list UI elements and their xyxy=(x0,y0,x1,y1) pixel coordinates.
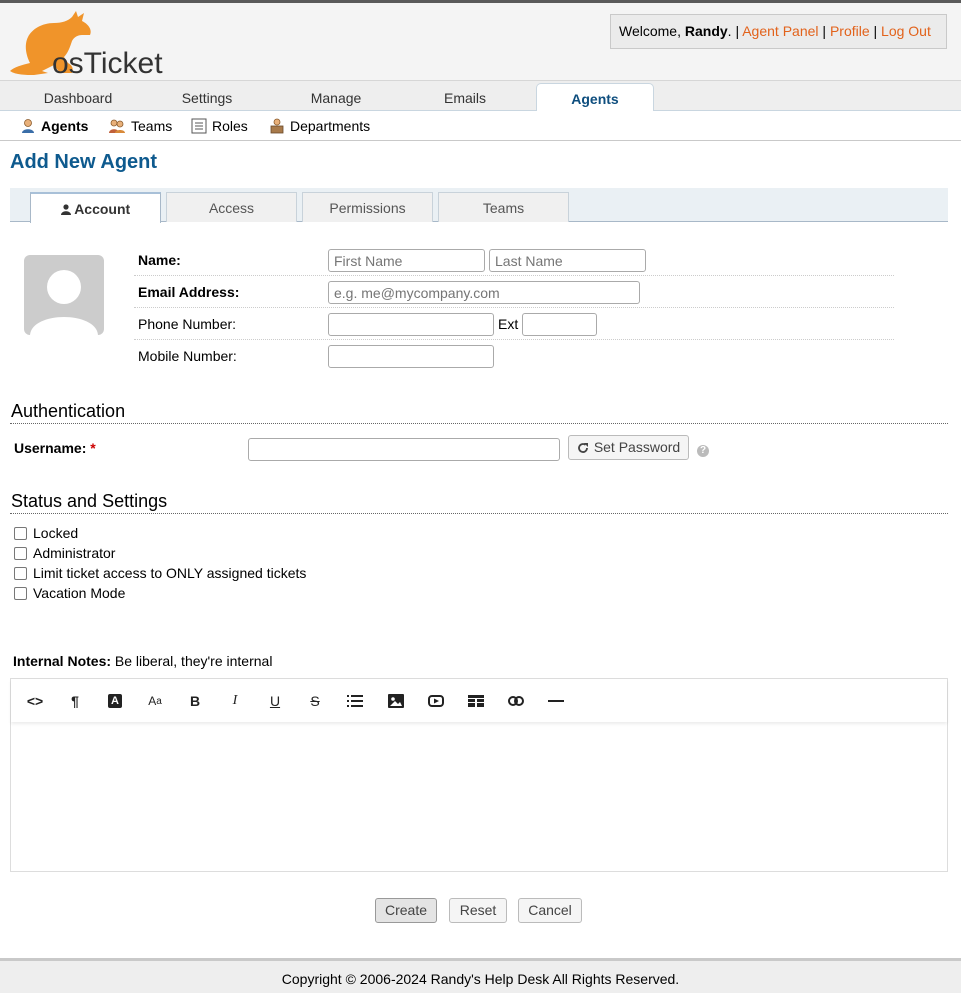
subnav-label: Agents xyxy=(41,118,89,134)
strikethrough-icon[interactable]: S xyxy=(303,690,327,712)
checkbox-box[interactable] xyxy=(14,586,27,600)
roles-icon xyxy=(191,118,207,134)
mobile-row: Mobile Number: xyxy=(134,340,894,372)
email-row: Email Address: xyxy=(134,276,894,308)
divider xyxy=(10,513,948,514)
footer: Copyright © 2006-2024 Randy's Help Desk … xyxy=(0,958,961,993)
code-view-icon[interactable]: <> xyxy=(23,690,47,712)
limit-access-checkbox[interactable]: Limit ticket access to ONLY assigned tic… xyxy=(14,565,306,581)
welcome-prefix: Welcome, xyxy=(619,23,681,39)
phone-row: Phone Number: Ext xyxy=(134,308,894,340)
department-icon xyxy=(270,118,284,134)
last-name-input[interactable] xyxy=(489,249,646,272)
subnav-item-departments[interactable]: Departments xyxy=(269,117,370,135)
internal-notes-hint: Be liberal, they're internal xyxy=(114,653,273,669)
checkbox-box[interactable] xyxy=(14,566,27,580)
welcome-box: Welcome, Randy. | Agent Panel | Profile … xyxy=(610,14,947,49)
header: osTicket Welcome, Randy. | Agent Panel |… xyxy=(0,3,961,80)
table-icon[interactable] xyxy=(464,690,488,712)
horizontal-rule-icon[interactable] xyxy=(544,690,568,712)
default-avatar-icon xyxy=(30,270,98,335)
tab-label: Account xyxy=(74,201,131,217)
avatar[interactable] xyxy=(24,255,104,335)
mobile-label: Mobile Number: xyxy=(138,348,237,364)
phone-label: Phone Number: xyxy=(138,316,237,332)
mobile-input[interactable] xyxy=(328,345,494,368)
required-mark: * xyxy=(90,440,96,456)
name-label: Name: xyxy=(138,252,181,268)
create-button[interactable]: Create xyxy=(375,898,437,923)
link-icon[interactable] xyxy=(504,690,528,712)
user-icon xyxy=(60,204,71,215)
tab-emails[interactable]: Emails xyxy=(400,81,530,111)
name-row: Name: xyxy=(134,244,894,276)
tab-agents[interactable]: Agents xyxy=(536,83,654,114)
authentication-heading: Authentication xyxy=(11,401,126,421)
ext-input[interactable] xyxy=(522,313,597,336)
locked-checkbox[interactable]: Locked xyxy=(14,525,78,541)
subnav-label: Departments xyxy=(290,118,371,134)
refresh-icon xyxy=(577,442,588,453)
subnav-item-agents[interactable]: Agents xyxy=(20,117,88,135)
font-size-icon[interactable]: Aa xyxy=(143,690,167,712)
subnav-item-roles[interactable]: Roles xyxy=(191,117,248,135)
font-color-icon[interactable]: A xyxy=(103,690,127,712)
logout-link[interactable]: Log Out xyxy=(881,23,931,39)
email-input[interactable] xyxy=(328,281,640,304)
subnav-item-teams[interactable]: Teams xyxy=(108,117,172,135)
video-icon[interactable] xyxy=(424,690,448,712)
sub-nav: Agents Teams Roles Departments xyxy=(0,111,961,141)
agent-icon xyxy=(22,119,34,133)
logo-text: osTicket xyxy=(52,47,163,80)
italic-icon[interactable]: I xyxy=(223,690,247,712)
divider xyxy=(10,423,948,424)
editor-toolbar: <> ¶ A Aa B I U S xyxy=(11,679,947,722)
set-password-button[interactable]: Set Password xyxy=(568,435,689,460)
ext-label: Ext xyxy=(498,316,519,332)
subnav-label: Teams xyxy=(131,118,173,134)
paragraph-icon[interactable]: ¶ xyxy=(63,690,87,712)
username-input[interactable] xyxy=(248,438,560,461)
checkbox-box[interactable] xyxy=(14,546,27,560)
reset-button[interactable]: Reset xyxy=(449,898,507,923)
vacation-mode-checkbox[interactable]: Vacation Mode xyxy=(14,585,125,601)
checkbox-label: Locked xyxy=(33,525,79,541)
notes-editor[interactable]: <> ¶ A Aa B I U S xyxy=(10,678,948,872)
checkbox-label: Vacation Mode xyxy=(33,585,126,601)
username-label: Username: * xyxy=(14,440,96,456)
tab-manage[interactable]: Manage xyxy=(271,81,401,111)
list-icon[interactable] xyxy=(343,690,367,712)
help-icon[interactable]: ? xyxy=(697,445,709,457)
user-name: Randy xyxy=(684,23,728,39)
copyright-text: Copyright © 2006-2024 Randy's Help Desk … xyxy=(281,971,680,987)
profile-link[interactable]: Profile xyxy=(830,23,870,39)
first-name-input[interactable] xyxy=(328,249,485,272)
checkbox-label: Limit ticket access to ONLY assigned tic… xyxy=(33,565,307,581)
checkbox-box[interactable] xyxy=(14,526,27,540)
status-heading: Status and Settings xyxy=(11,491,168,511)
teams-icon xyxy=(109,119,125,133)
tab-settings[interactable]: Settings xyxy=(142,81,272,111)
underline-icon[interactable]: U xyxy=(263,690,287,712)
subnav-label: Roles xyxy=(212,118,248,134)
agent-panel-link[interactable]: Agent Panel xyxy=(742,23,818,39)
cancel-button[interactable]: Cancel xyxy=(518,898,582,923)
phone-input[interactable] xyxy=(328,313,494,336)
tab-access[interactable]: Access xyxy=(166,192,297,222)
internal-notes-label: Internal Notes: Be liberal, they're inte… xyxy=(13,653,273,669)
page-title: Add New Agent xyxy=(10,151,158,173)
form-tabs: Account Access Permissions Teams xyxy=(10,188,948,223)
administrator-checkbox[interactable]: Administrator xyxy=(14,545,115,561)
tab-teams[interactable]: Teams xyxy=(438,192,569,222)
image-icon[interactable] xyxy=(384,690,408,712)
bold-icon[interactable]: B xyxy=(183,690,207,712)
osticket-logo[interactable]: osTicket xyxy=(8,7,213,81)
checkbox-label: Administrator xyxy=(33,545,116,561)
tab-permissions[interactable]: Permissions xyxy=(302,192,433,222)
main-nav: Dashboard Settings Manage Emails Agents xyxy=(0,80,961,114)
tab-dashboard[interactable]: Dashboard xyxy=(13,81,143,111)
email-label: Email Address: xyxy=(138,284,240,300)
tab-account[interactable]: Account xyxy=(30,192,161,223)
